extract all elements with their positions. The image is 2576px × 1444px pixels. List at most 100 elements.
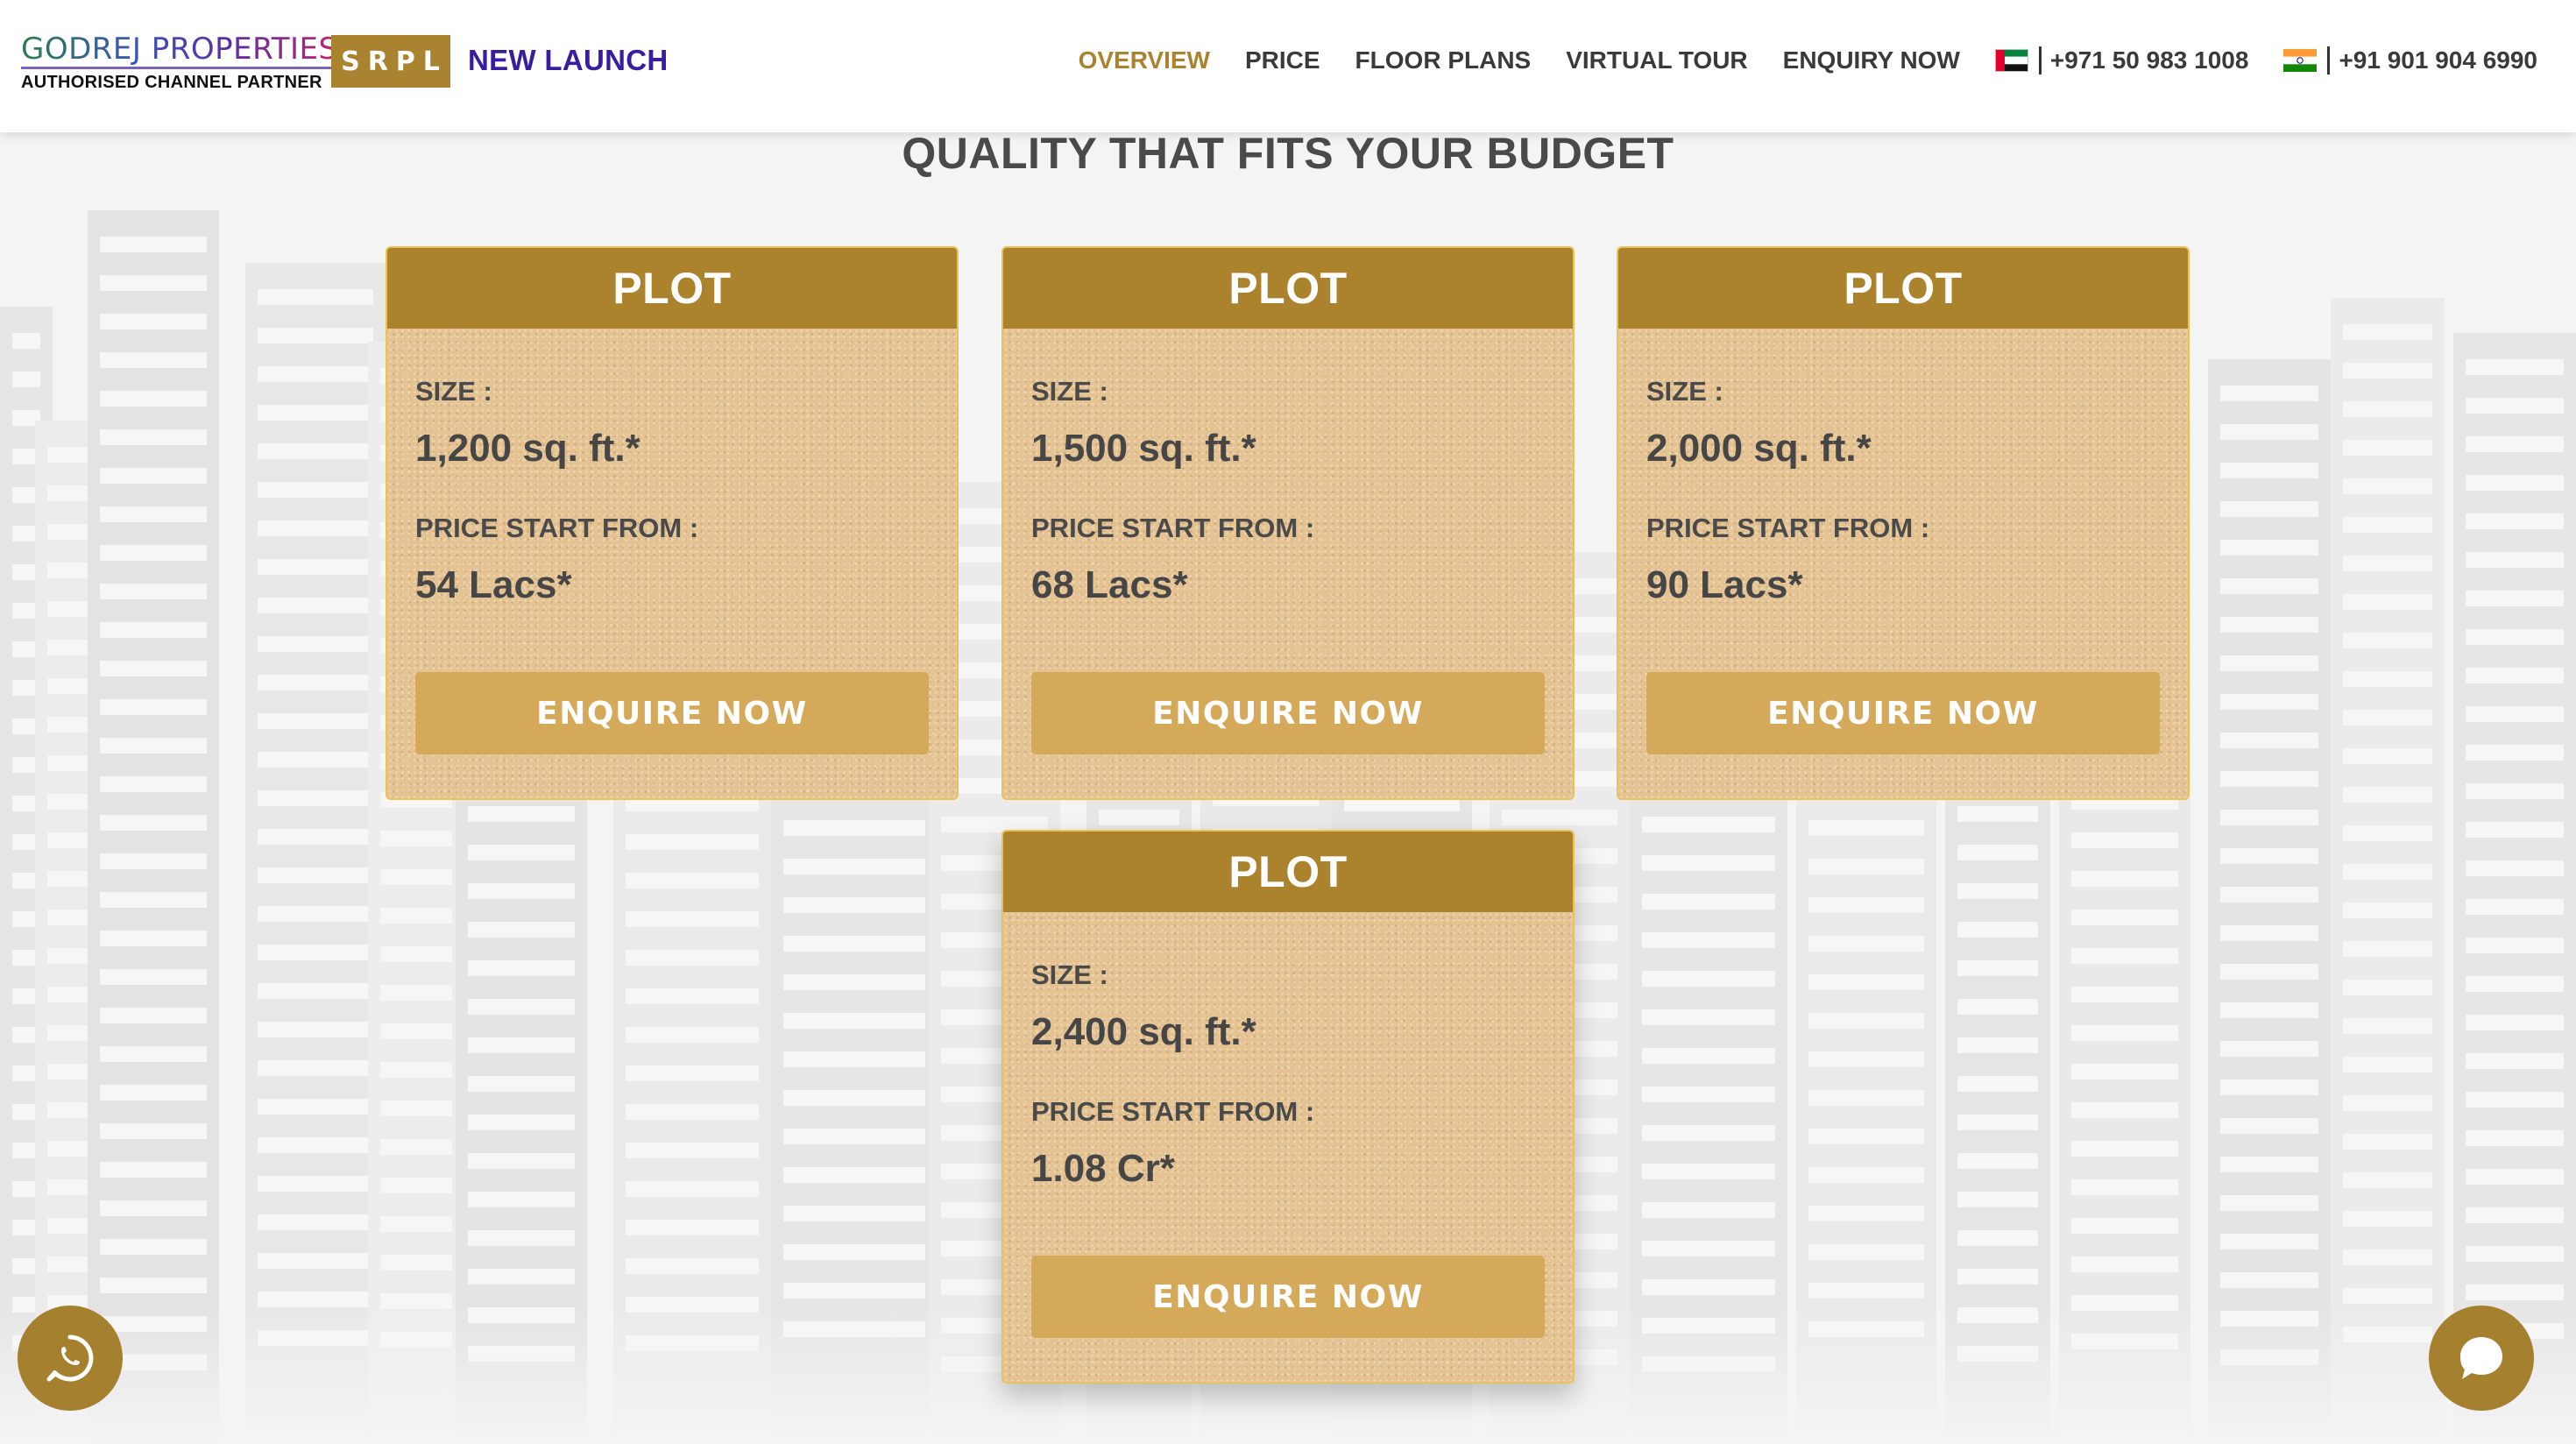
price-card-1: PLOT SIZE : 1,200 sq. ft.* PRICE START F… (386, 246, 959, 800)
chat-bubble-icon (2460, 1337, 2502, 1379)
card-body: SIZE : 2,000 sq. ft.* PRICE START FROM :… (1618, 329, 2188, 798)
skyline-window-band (100, 661, 207, 676)
skyline-window-band (258, 1060, 373, 1076)
nav-enquiry-now[interactable]: ENQUIRY NOW (1783, 46, 1960, 74)
nav-virtual-tour[interactable]: VIRTUAL TOUR (1566, 46, 1747, 74)
new-launch-label[interactable]: NEW LAUNCH (468, 44, 668, 77)
skyline-window-band (258, 520, 373, 536)
skyline-window-band (258, 790, 373, 806)
enquire-now-button[interactable]: ENQUIRE NOW (1031, 1256, 1545, 1338)
skyline-window-band (1642, 817, 1775, 832)
chat-button[interactable] (2429, 1306, 2534, 1411)
skyline-window-band (2220, 463, 2318, 478)
skyline-window-band (1502, 810, 1617, 825)
enquire-now-button[interactable]: ENQUIRE NOW (1646, 672, 2160, 754)
phone-number-uae: +971 50 983 1008 (2049, 46, 2249, 74)
skyline-window-band (2343, 324, 2432, 340)
skyline-window-band (1957, 806, 2038, 822)
srpl-logo[interactable]: SRPL (331, 35, 450, 88)
enquire-now-button[interactable]: ENQUIRE NOW (415, 672, 929, 754)
skyline-window-band (626, 1220, 759, 1235)
godrej-logo[interactable]: GODREJ PROPERTIES AUTHORISED CHANNEL PAR… (21, 32, 338, 93)
skyline-window-band (2220, 1157, 2318, 1172)
main-nav: OVERVIEW PRICE FLOOR PLANS VIRTUAL TOUR … (1044, 42, 2537, 79)
skyline-window-band (100, 776, 207, 792)
skyline-window-band (1957, 1115, 2038, 1130)
skyline-window-band (2343, 710, 2432, 726)
skyline-window-band (783, 897, 925, 913)
skyline-window-band (1957, 1230, 2038, 1246)
nav-overview[interactable]: OVERVIEW (1079, 46, 1210, 74)
skyline-window-band (258, 1253, 373, 1269)
skyline-window-band (2343, 864, 2432, 880)
skyline-window-band (2220, 540, 2318, 556)
skyline-window-band (1642, 1087, 1775, 1102)
skyline-window-band (2466, 1285, 2564, 1300)
enquire-now-button[interactable]: ENQUIRE NOW (1031, 672, 1545, 754)
skyline-window-band (2343, 1288, 2432, 1304)
skyline-window-band (1808, 936, 1924, 952)
skyline-window-band (626, 1065, 759, 1081)
skyline-window-band (258, 636, 373, 652)
price-label: PRICE START FROM : (415, 513, 699, 543)
skyline-window-band (2466, 822, 2564, 838)
nav-floor-plans[interactable]: FLOOR PLANS (1355, 46, 1532, 74)
size-value: 1,200 sq. ft.* (415, 427, 640, 470)
skyline-window-band (380, 1023, 452, 1039)
skyline-window-band (2071, 948, 2178, 964)
whatsapp-icon (46, 1334, 94, 1382)
skyline-window-band (2343, 517, 2432, 533)
skyline-window-band (2071, 1256, 2178, 1272)
skyline-window-band (1642, 1009, 1775, 1025)
skyline-window-band (2071, 1064, 2178, 1079)
price-card-2: PLOT SIZE : 1,500 sq. ft.* PRICE START F… (1001, 246, 1575, 800)
skyline-window-band (783, 1129, 925, 1144)
skyline-window-band (1957, 845, 2038, 860)
skyline-window-band (100, 931, 207, 946)
skyline-window-band (2466, 706, 2564, 722)
skyline-window-band (783, 974, 925, 990)
skyline-window-band (2466, 745, 2564, 761)
skyline-window-band (100, 352, 207, 368)
skyline-window-band (380, 1139, 452, 1155)
nav-price[interactable]: PRICE (1245, 46, 1320, 74)
skyline-window-band (100, 892, 207, 908)
skyline-window-band (12, 372, 40, 387)
skyline-window-band (2343, 748, 2432, 764)
skyline-window-band (2343, 440, 2432, 456)
skyline-window-band (1642, 1202, 1775, 1218)
skyline-window-band (2343, 1172, 2432, 1188)
size-label: SIZE : (1031, 959, 1108, 990)
skyline-window-band (2220, 733, 2318, 748)
skyline-window-band (100, 1200, 207, 1216)
skyline-window-band (258, 1022, 373, 1037)
skyline-window-band (468, 1037, 575, 1053)
skyline-window-band (2466, 475, 2564, 491)
skyline-window-band (2220, 1002, 2318, 1018)
skyline-window-band (100, 738, 207, 754)
price-label: PRICE START FROM : (1031, 513, 1315, 543)
skyline-window-band (2220, 578, 2318, 594)
skyline-window-band (2466, 668, 2564, 683)
phone-india[interactable]: +91 901 904 6990 (2283, 46, 2537, 74)
card-title: PLOT (1003, 248, 1573, 329)
skyline-window-band (258, 289, 373, 305)
whatsapp-button[interactable] (18, 1306, 123, 1411)
card-body: SIZE : 1,200 sq. ft.* PRICE START FROM :… (387, 329, 957, 798)
skyline-window-band (100, 1085, 207, 1101)
skyline-window-band (2071, 1102, 2178, 1118)
skyline-window-band (783, 936, 925, 952)
skyline-window-band (783, 1206, 925, 1221)
skyline-window-band (1808, 1283, 1924, 1299)
skyline-window-band (2343, 633, 2432, 648)
size-label: SIZE : (1646, 376, 1723, 407)
skyline-window-band (100, 1008, 207, 1023)
skyline-window-band (2466, 436, 2564, 452)
skyline-window-band (100, 391, 207, 407)
skyline-window-band (12, 333, 40, 349)
skyline-window-band (100, 969, 207, 985)
price-card-4: PLOT SIZE : 2,400 sq. ft.* PRICE START F… (1001, 830, 1575, 1384)
phone-uae[interactable]: +971 50 983 1008 (1994, 46, 2249, 74)
skyline-window-band (2220, 964, 2318, 980)
skyline-window-band (100, 468, 207, 484)
